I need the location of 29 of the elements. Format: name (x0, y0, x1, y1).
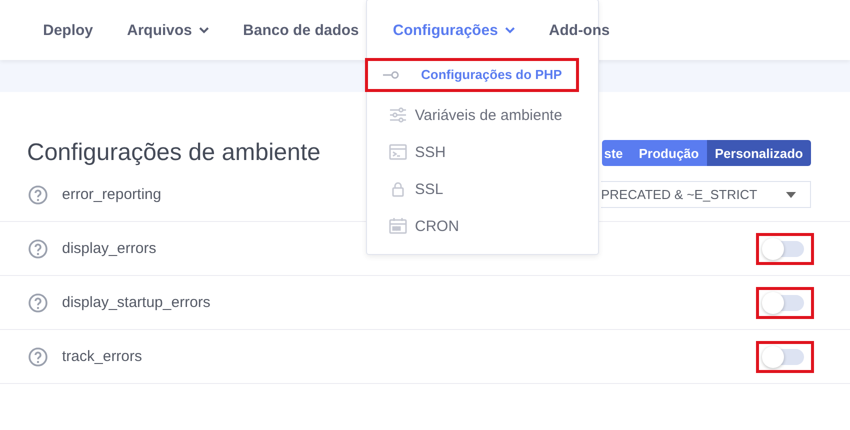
sliders-icon (388, 106, 407, 124)
nav-tab[interactable]: Configurações (392, 16, 515, 44)
caret-icon (199, 26, 210, 34)
menu-item[interactable]: Variáveis de ambiente (366, 96, 598, 134)
menu-item[interactable]: CRON (366, 208, 598, 244)
select-field[interactable]: PRECATED & ~E_STRICT (601, 181, 811, 208)
nav-tab[interactable]: Arquivos (127, 16, 210, 44)
setting-label: track_errors (62, 348, 142, 365)
help-icon[interactable] (28, 184, 48, 204)
help-icon[interactable] (28, 346, 48, 366)
dropdown-arrow-icon (786, 192, 796, 198)
help-icon[interactable] (28, 238, 48, 258)
caret-icon (504, 26, 515, 34)
nav-tab[interactable]: Add-ons (548, 16, 610, 44)
terminal-icon (388, 143, 407, 161)
calendar-icon (388, 217, 407, 235)
help-icon[interactable] (28, 292, 48, 312)
preset-tab[interactable]: Produção (630, 140, 707, 166)
setting-label: display_errors (62, 240, 156, 257)
preset-tab[interactable]: Personalizado (706, 140, 811, 166)
nav-tab[interactable]: Banco de dados (243, 16, 359, 44)
setting-label: display_startup_errors (62, 294, 210, 311)
menu-item[interactable]: SSL (366, 170, 598, 208)
menu-item[interactable]: SSH (366, 134, 598, 170)
setting-label: error_reporting (62, 186, 162, 203)
nav-tab[interactable]: Deploy (43, 16, 94, 44)
section-title: Configurações de ambiente (27, 139, 321, 167)
preset-tab[interactable]: ste (602, 140, 631, 166)
menu-item[interactable]: Configurações do PHP (366, 60, 577, 90)
